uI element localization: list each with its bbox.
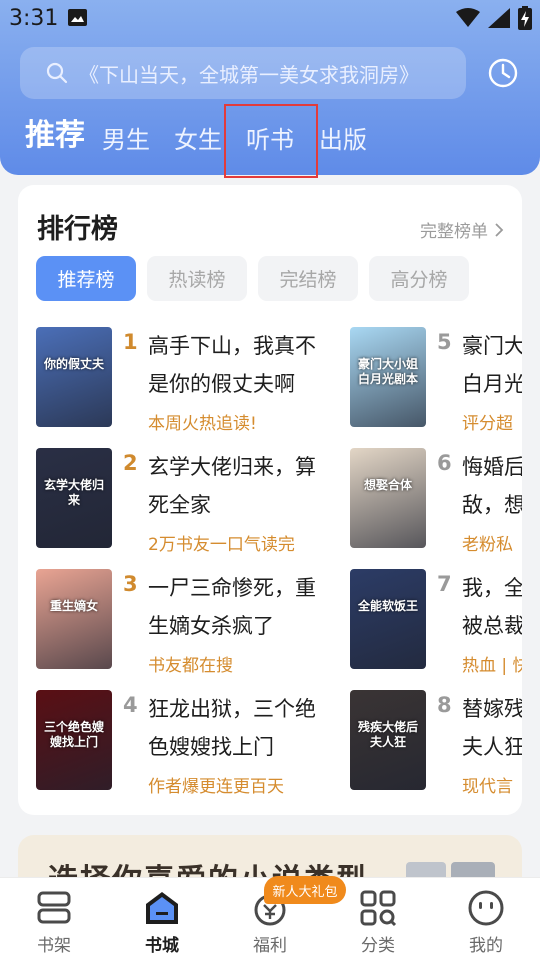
book-tag: 评分超	[462, 414, 513, 434]
book-item-7[interactable]: 全能软饭王 7 我，全 被总裁 热血 | 快	[350, 569, 522, 676]
book-cover: 残疾大佬后夫人狂	[350, 690, 426, 790]
book-rank: 3	[123, 572, 138, 596]
full-list-label: 完整榜单	[420, 222, 488, 242]
book-title-line-1: 狂龙出狱，三个绝	[148, 697, 316, 721]
book-title-line-1: 我，全	[462, 576, 522, 600]
tab-recommend[interactable]: 推荐	[25, 113, 85, 159]
search-icon	[46, 62, 68, 84]
book-title-line-2: 被总裁	[462, 614, 522, 638]
nav-category[interactable]: 分类	[338, 878, 418, 961]
tab-highlight-box	[224, 104, 318, 178]
book-rank: 6	[437, 451, 452, 475]
image-notification-icon	[68, 9, 87, 26]
ranking-title: 排行榜	[37, 214, 118, 245]
book-title-line-2: 死全家	[148, 493, 211, 517]
book-cover: 豪门大小姐 白月光剧本	[350, 327, 426, 427]
book-item-2[interactable]: 玄学大佬归来 2 玄学大佬归来，算 死全家 2万书友一口气读完	[36, 448, 336, 555]
book-rank: 8	[437, 693, 452, 717]
book-rank: 2	[123, 451, 138, 475]
wifi-icon	[456, 8, 480, 27]
book-title-line-2: 生嫡女杀疯了	[148, 614, 274, 638]
bookstore-icon	[146, 892, 178, 924]
category-grid-icon	[360, 890, 397, 927]
filter-high-score[interactable]: 高分榜	[369, 256, 469, 301]
nav-label: 福利	[253, 936, 287, 956]
status-time: 3:31	[9, 6, 59, 31]
book-item-6[interactable]: 想娶合体 6 悔婚后 敌，想 老粉私	[350, 448, 522, 555]
nav-label: 书城	[145, 936, 179, 956]
nav-label: 书架	[37, 936, 71, 956]
book-item-5[interactable]: 豪门大小姐 白月光剧本 5 豪门大 白月光 评分超	[350, 327, 522, 434]
battery-icon	[518, 6, 532, 30]
book-tag: 老粉私	[462, 535, 513, 555]
chevron-right-icon	[495, 222, 504, 237]
book-tag: 2万书友一口气读完	[148, 535, 295, 555]
book-title-line-1: 豪门大	[462, 334, 522, 358]
book-rank: 4	[123, 693, 138, 717]
bookshelf-icon	[37, 891, 71, 924]
book-title-line-1: 一尸三命惨死，重	[148, 576, 316, 600]
cover-title: 你的假丈夫	[43, 357, 104, 371]
nav-bookstore[interactable]: 书城	[122, 878, 202, 961]
book-tag: 现代言	[462, 777, 513, 797]
nav-label: 我的	[469, 936, 503, 956]
ranking-card: 排行榜 完整榜单 推荐榜 热读榜 完结榜 高分榜 你的假丈夫 1 高手下山，我真…	[18, 185, 522, 815]
tab-male[interactable]: 男生	[102, 117, 150, 163]
cover-title: 残疾大佬后夫人狂	[357, 720, 418, 749]
book-title-line-1: 替嫁残	[462, 697, 522, 721]
clock-icon[interactable]	[487, 57, 519, 89]
tab-publishing[interactable]: 出版	[319, 117, 367, 163]
signal-icon	[488, 8, 510, 28]
book-tag: 作者爆更连更百天	[148, 777, 284, 797]
cover-title: 想娶合体	[363, 478, 412, 492]
search-bar[interactable]: 《下山当天，全城第一美女求我洞房》	[20, 47, 466, 99]
book-title-line-2: 是你的假丈夫啊	[148, 372, 295, 396]
filter-completed[interactable]: 完结榜	[258, 256, 358, 301]
nav-label: 分类	[361, 936, 395, 956]
nav-profile[interactable]: 我的	[446, 878, 526, 961]
book-item-1[interactable]: 你的假丈夫 1 高手下山，我真不 是你的假丈夫啊 本周火热追读!	[36, 327, 336, 434]
book-title-line-2: 色嫂嫂找上门	[148, 735, 274, 759]
newcomer-gift-badge[interactable]: 新人大礼包	[264, 876, 346, 904]
book-title-line-1: 悔婚后	[462, 455, 522, 479]
cover-title: 三个绝色嫂嫂找上门	[43, 720, 104, 749]
book-cover: 重生嫡女	[36, 569, 112, 669]
book-cover: 全能软饭王	[350, 569, 426, 669]
full-list-link[interactable]: 完整榜单	[420, 217, 504, 242]
smiley-face-icon	[468, 890, 504, 926]
book-title-line-2: 敌，想	[462, 493, 522, 517]
book-item-8[interactable]: 残疾大佬后夫人狂 8 替嫁残 夫人狂 现代言	[350, 690, 522, 797]
book-cover: 三个绝色嫂嫂找上门	[36, 690, 112, 790]
filter-recommend[interactable]: 推荐榜	[36, 256, 136, 301]
book-title-line-1: 玄学大佬归来，算	[148, 455, 316, 479]
book-cover: 想娶合体	[350, 448, 426, 548]
book-item-4[interactable]: 三个绝色嫂嫂找上门 4 狂龙出狱，三个绝 色嫂嫂找上门 作者爆更连更百天	[36, 690, 336, 797]
book-tag: 书友都在搜	[148, 656, 233, 676]
book-rank: 7	[437, 572, 452, 596]
book-title-line-2: 夫人狂	[462, 735, 522, 759]
cover-title: 豪门大小姐 白月光剧本	[357, 357, 418, 386]
book-rank: 1	[123, 330, 138, 354]
cover-title: 重生嫡女	[49, 599, 98, 613]
search-placeholder: 《下山当天，全城第一美女求我洞房》	[79, 62, 419, 87]
book-cover: 玄学大佬归来	[36, 448, 112, 548]
book-tag: 热血 | 快	[462, 656, 522, 676]
ranking-filters: 推荐榜 热读榜 完结榜 高分榜	[36, 256, 469, 301]
nav-bookshelf[interactable]: 书架	[14, 878, 94, 961]
book-rank: 5	[437, 330, 452, 354]
book-title-line-1: 高手下山，我真不	[148, 334, 316, 358]
filter-hot[interactable]: 热读榜	[147, 256, 247, 301]
cover-title: 玄学大佬归来	[43, 478, 104, 507]
status-bar: 3:31	[0, 0, 540, 36]
book-title-line-2: 白月光	[462, 372, 522, 396]
book-item-3[interactable]: 重生嫡女 3 一尸三命惨死，重 生嫡女杀疯了 书友都在搜	[36, 569, 336, 676]
tab-female[interactable]: 女生	[174, 117, 222, 163]
book-tag: 本周火热追读!	[148, 414, 257, 434]
book-cover: 你的假丈夫	[36, 327, 112, 427]
cover-title: 全能软饭王	[357, 599, 418, 613]
